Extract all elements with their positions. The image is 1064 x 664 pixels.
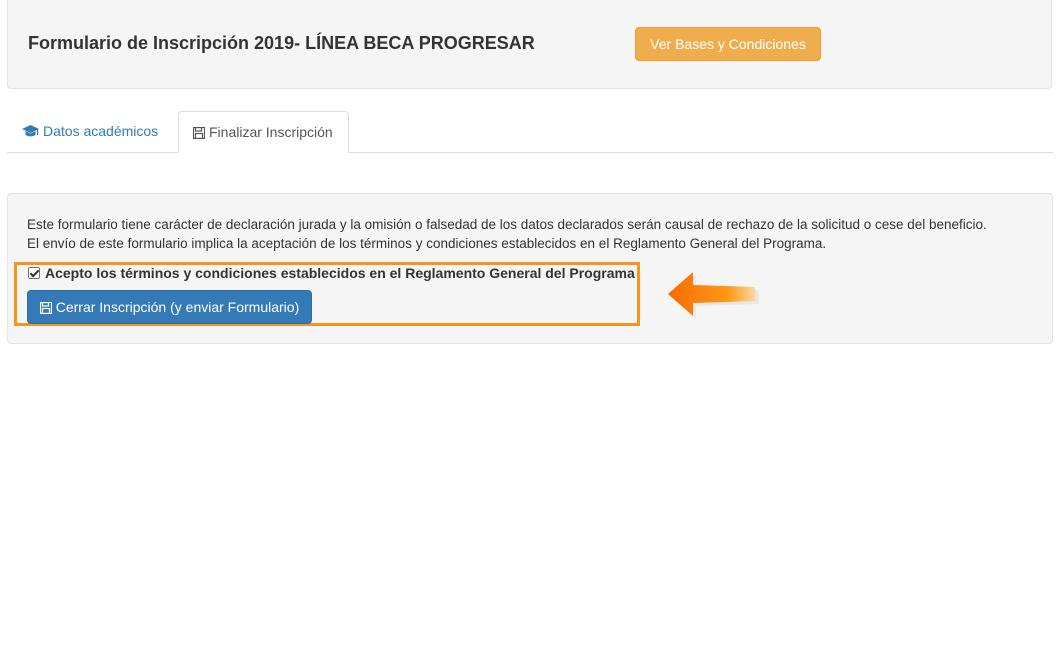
declaration-line: Este formulario tiene carácter de declar… bbox=[27, 217, 987, 232]
accept-terms-label[interactable]: Acepto los términos y condiciones establ… bbox=[45, 265, 635, 281]
close-registration-button[interactable]: Cerrar Inscripción (y enviar Formulario) bbox=[27, 290, 312, 324]
header-panel: Formulario de Inscripción 2019- LÍNEA BE… bbox=[7, 0, 1052, 89]
floppy-disk-icon bbox=[39, 301, 52, 315]
accept-terms-row: Acepto los términos y condiciones establ… bbox=[20, 263, 635, 283]
accept-terms-checkbox[interactable] bbox=[28, 267, 40, 279]
declaration-line: El envío de este formulario implica la a… bbox=[27, 236, 827, 251]
arrow-left-icon bbox=[668, 272, 759, 319]
bases-conditions-button[interactable]: Ver Bases y Condiciones bbox=[635, 27, 821, 61]
tab-label: Finalizar Inscripción bbox=[209, 124, 333, 140]
tab-finalizar-inscripcion[interactable]: Finalizar Inscripción bbox=[178, 111, 349, 153]
tab-label: Datos académicos bbox=[43, 123, 159, 139]
floppy-disk-icon bbox=[192, 126, 206, 140]
graduation-cap-icon bbox=[22, 125, 39, 137]
page-title: Formulario de Inscripción 2019- LÍNEA BE… bbox=[28, 33, 535, 53]
tab-bar: Datos académicos Finalizar Inscripción bbox=[7, 111, 1053, 153]
declaration-text: Este formulario tiene carácter de declar… bbox=[27, 215, 1037, 253]
tab-datos-academicos[interactable]: Datos académicos bbox=[7, 111, 173, 153]
finalize-panel: Este formulario tiene carácter de declar… bbox=[7, 193, 1053, 344]
close-registration-label: Cerrar Inscripción (y enviar Formulario) bbox=[55, 299, 300, 315]
